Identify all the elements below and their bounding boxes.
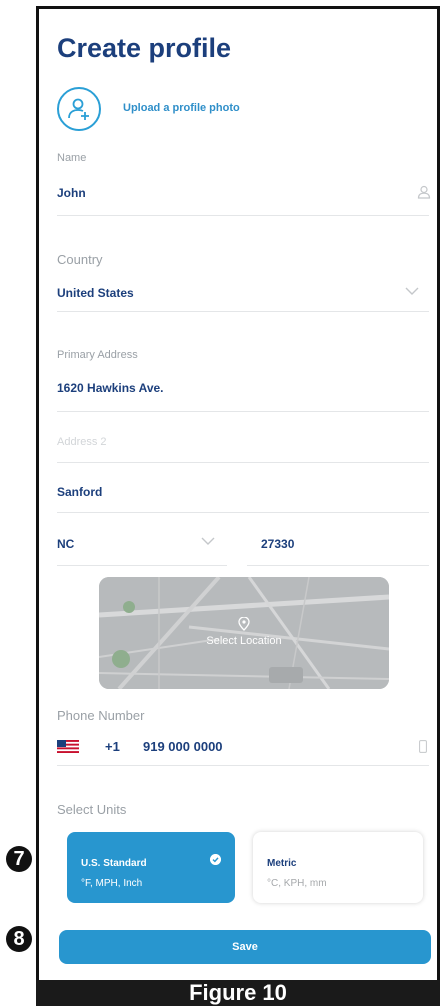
upload-photo-button[interactable] — [57, 87, 101, 131]
primary-address-underline — [57, 411, 429, 412]
unit-option-name: U.S. Standard — [81, 858, 147, 869]
unit-option-metric[interactable]: Metric °C, KPH, mm — [253, 832, 423, 903]
user-icon — [417, 185, 431, 199]
phone-number-field[interactable]: 919 000 0000 — [143, 739, 223, 754]
phone-icon — [419, 740, 427, 753]
address2-underline — [57, 462, 429, 463]
name-field[interactable]: John — [57, 186, 86, 200]
name-label: Name — [57, 152, 87, 164]
step-marker-7: 7 — [6, 846, 32, 872]
unit-option-us-standard[interactable]: U.S. Standard °F, MPH, Inch — [67, 832, 235, 903]
city-field[interactable]: Sanford — [57, 485, 102, 499]
map-roads — [99, 577, 389, 689]
units-label: Select Units — [57, 802, 127, 817]
state-select[interactable]: NC — [57, 537, 74, 551]
zip-underline — [247, 565, 429, 566]
phone-screen: Create profile Upload a profile photo Na… — [36, 6, 440, 986]
location-map[interactable]: Select Location — [99, 577, 389, 689]
phone-label: Phone Number — [57, 708, 145, 723]
city-underline — [57, 512, 429, 513]
save-button[interactable]: Save — [59, 930, 431, 964]
unit-option-desc: °C, KPH, mm — [267, 878, 327, 889]
phone-row: +1 919 000 0000 — [57, 736, 427, 758]
country-select[interactable]: United States — [57, 286, 134, 300]
primary-address-field[interactable]: 1620 Hawkins Ave. — [57, 381, 164, 395]
country-label: Country — [57, 252, 103, 267]
name-underline — [57, 215, 429, 216]
phone-country-code[interactable]: +1 — [105, 739, 120, 754]
select-location-label: Select Location — [206, 635, 282, 647]
chevron-down-icon[interactable] — [405, 287, 419, 296]
address2-field[interactable]: Address 2 — [57, 436, 107, 448]
zip-field[interactable]: 27330 — [261, 537, 294, 551]
figure-caption: Figure 10 — [36, 980, 440, 1006]
state-underline — [57, 565, 227, 566]
add-user-icon — [68, 98, 89, 120]
country-underline — [57, 311, 429, 312]
upload-photo-link[interactable]: Upload a profile photo — [123, 102, 240, 114]
us-flag-icon[interactable] — [57, 740, 79, 753]
phone-underline — [57, 765, 429, 766]
manual-page: Create profile Upload a profile photo Na… — [0, 0, 440, 1006]
state-chevron-down-icon[interactable] — [201, 537, 215, 546]
primary-address-label: Primary Address — [57, 349, 138, 361]
page-title: Create profile — [57, 33, 232, 63]
step-marker-8: 8 — [6, 926, 32, 952]
check-circle-icon — [210, 854, 221, 865]
unit-option-name: Metric — [267, 858, 297, 869]
unit-option-desc: °F, MPH, Inch — [81, 878, 143, 889]
location-pin-icon — [238, 617, 250, 631]
